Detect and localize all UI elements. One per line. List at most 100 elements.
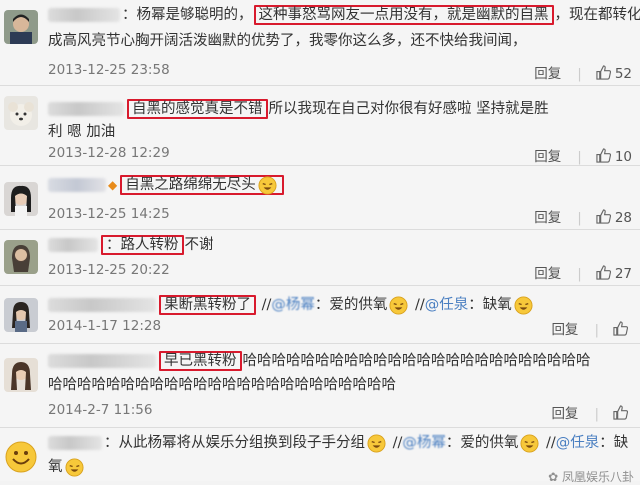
divider: |	[594, 406, 599, 422]
highlight-box: 果断黑转粉了	[159, 295, 256, 315]
like-count: 52	[615, 66, 632, 82]
comment-actions: 回复 |	[551, 402, 632, 422]
mention-link[interactable]: @杨幂	[271, 294, 315, 316]
avatar[interactable]	[4, 358, 38, 392]
laughing-emoji-icon	[367, 434, 386, 453]
divider: |	[577, 266, 582, 282]
timestamp: 2013-12-25 14:25	[48, 206, 170, 222]
comment-actions: 回复 | 28	[534, 206, 632, 226]
avatar[interactable]	[4, 182, 38, 216]
comment-text: 自黑的感觉真是不错所以我现在自己对你很有好感啦 坚持就是胜	[48, 98, 549, 120]
watermark-logo-icon: ✿	[548, 470, 562, 484]
comment-item: ：杨幂是够聪明的，这种事怒骂网友一点用没有，就是幽默的自黑，现在都转化 成高风亮…	[0, 0, 640, 86]
reply-button[interactable]: 回复	[534, 266, 561, 282]
divider: |	[594, 322, 599, 338]
timestamp: 2014-1-17 12:28	[48, 318, 161, 334]
comment-actions: 回复 |	[551, 318, 632, 338]
mention-link[interactable]: @杨幂	[402, 432, 446, 454]
comment-item: ：从此杨幂将从娱乐分组换到段子手分组 //@杨幂：爱的供氧 //@任泉：缺 氧 …	[0, 428, 640, 481]
verified-badge-icon: ◆	[108, 178, 117, 192]
thumbs-up-icon[interactable]	[613, 405, 628, 420]
comment-text: 早已黑转粉哈哈哈哈哈哈哈哈哈哈哈哈哈哈哈哈哈哈哈哈哈哈哈哈	[48, 350, 591, 372]
avatar[interactable]	[4, 96, 38, 130]
divider: |	[577, 210, 582, 226]
watermark: ✿ 凤凰娱乐八卦	[548, 468, 634, 485]
comment-text-line2: 氧	[48, 456, 86, 478]
repost-separator: //	[541, 435, 555, 451]
avatar[interactable]	[4, 298, 38, 332]
avatar[interactable]	[4, 10, 38, 44]
username[interactable]	[48, 8, 120, 22]
comment-text-segment: ：爱的供氧	[446, 435, 519, 451]
username[interactable]	[48, 298, 156, 312]
repost-separator: //	[410, 297, 424, 313]
laughing-emoji-icon	[389, 296, 408, 315]
reply-button[interactable]: 回复	[534, 149, 561, 165]
comment-text: ：路人转粉不谢	[48, 234, 214, 256]
comment-feed: ：杨幂是够聪明的，这种事怒骂网友一点用没有，就是幽默的自黑，现在都转化 成高风亮…	[0, 0, 640, 481]
reply-button[interactable]: 回复	[551, 406, 578, 422]
username[interactable]	[48, 354, 156, 368]
laughing-emoji-icon	[258, 176, 277, 195]
mention-link[interactable]: @任泉	[425, 297, 469, 313]
comment-text-segment: 不谢	[185, 237, 214, 253]
comment-text: ：杨幂是够聪明的，这种事怒骂网友一点用没有，就是幽默的自黑，现在都转化	[48, 4, 640, 26]
comment-actions: 回复 | 27	[534, 262, 632, 282]
highlight-box: 自黑之路绵绵无尽头	[120, 175, 284, 195]
comment-text: ◆ 自黑之路绵绵无尽头	[48, 174, 285, 196]
reply-button[interactable]: 回复	[534, 66, 561, 82]
comment-text-segment: 所以我现在自己对你很有好感啦 坚持就是胜	[269, 101, 549, 117]
like-count: 28	[615, 210, 632, 226]
divider: |	[577, 149, 582, 165]
like-count: 10	[615, 149, 632, 165]
comment-text-segment: ：杨幂是够聪明的，	[122, 7, 253, 23]
timestamp: 2014-2-7 11:56	[48, 402, 152, 418]
thumbs-up-icon[interactable]	[596, 209, 611, 224]
comment-actions: 回复|52	[534, 62, 632, 82]
laughing-emoji-icon	[514, 296, 533, 315]
comment-text-segment: ：爱的供氧	[315, 297, 388, 313]
thumbs-up-icon[interactable]	[596, 265, 611, 280]
username[interactable]	[48, 102, 124, 116]
repost-separator: //	[388, 435, 402, 451]
repost-separator: //	[257, 297, 271, 313]
comment-item: 果断黑转粉了 //@杨幂：爱的供氧 //@任泉：缺氧 2014-1-17 12:…	[0, 286, 640, 344]
comment-text-segment: ：从此杨幂将从娱乐分组换到段子手分组	[104, 435, 365, 451]
comment-item: ◆ 自黑之路绵绵无尽头 2013-12-25 14:25 回复 | 28	[0, 166, 640, 230]
thumbs-up-icon[interactable]	[596, 65, 611, 80]
comment-text-segment: 氧	[48, 459, 63, 475]
highlight-box: ：路人转粉	[101, 235, 184, 255]
comment-actions: 回复 | 10	[534, 145, 632, 165]
username[interactable]	[48, 238, 98, 252]
comment-text: ：从此杨幂将从娱乐分组换到段子手分组 //@杨幂：爱的供氧 //@任泉：缺	[48, 432, 628, 454]
avatar[interactable]	[4, 240, 38, 274]
like-count: 27	[615, 266, 632, 282]
thumbs-up-icon[interactable]	[613, 321, 628, 336]
comment-text-line2: 成高风亮节心胸开阔活泼幽默的优势了，我零你这么多，还不快给我间闻，	[48, 30, 527, 52]
comment-text-line2: 利 嗯 加油	[48, 121, 115, 143]
comment-text-segment: ：缺氧	[468, 297, 512, 313]
highlight-text: 自黑之路绵绵无尽头	[125, 177, 256, 193]
comment-text-line2: 哈哈哈哈哈哈哈哈哈哈哈哈哈哈哈哈哈哈哈哈哈哈哈哈	[48, 374, 396, 396]
username[interactable]	[48, 436, 102, 450]
timestamp: 2013-12-25 20:22	[48, 262, 170, 278]
comment-text-segment: ：缺	[599, 435, 628, 451]
avatar[interactable]	[4, 440, 38, 474]
laughing-emoji-icon	[520, 434, 539, 453]
reply-button[interactable]: 回复	[551, 322, 578, 338]
thumbs-up-icon[interactable]	[596, 148, 611, 163]
comment-text-segment: 哈哈哈哈哈哈哈哈哈哈哈哈哈哈哈哈哈哈哈哈哈哈哈哈	[243, 353, 591, 369]
comment-item: 早已黑转粉哈哈哈哈哈哈哈哈哈哈哈哈哈哈哈哈哈哈哈哈哈哈哈哈 哈哈哈哈哈哈哈哈哈哈…	[0, 344, 640, 428]
mention-link[interactable]: @任泉	[556, 435, 600, 451]
comment-item: 自黑的感觉真是不错所以我现在自己对你很有好感啦 坚持就是胜 利 嗯 加油 201…	[0, 86, 640, 166]
username[interactable]	[48, 178, 106, 192]
highlight-box: 这种事怒骂网友一点用没有，就是幽默的自黑	[254, 5, 554, 25]
highlight-box: 自黑的感觉真是不错	[127, 99, 268, 119]
timestamp: 2013-12-25 23:58	[48, 62, 170, 78]
highlight-box: 早已黑转粉	[159, 351, 242, 371]
comment-text-segment: ，现在都转化	[555, 7, 640, 23]
comment-item: ：路人转粉不谢 2013-12-25 20:22 回复 | 27	[0, 230, 640, 286]
laughing-emoji-icon	[65, 458, 84, 477]
comment-text: 果断黑转粉了 //@杨幂：爱的供氧 //@任泉：缺氧	[48, 294, 535, 316]
reply-button[interactable]: 回复	[534, 210, 561, 226]
